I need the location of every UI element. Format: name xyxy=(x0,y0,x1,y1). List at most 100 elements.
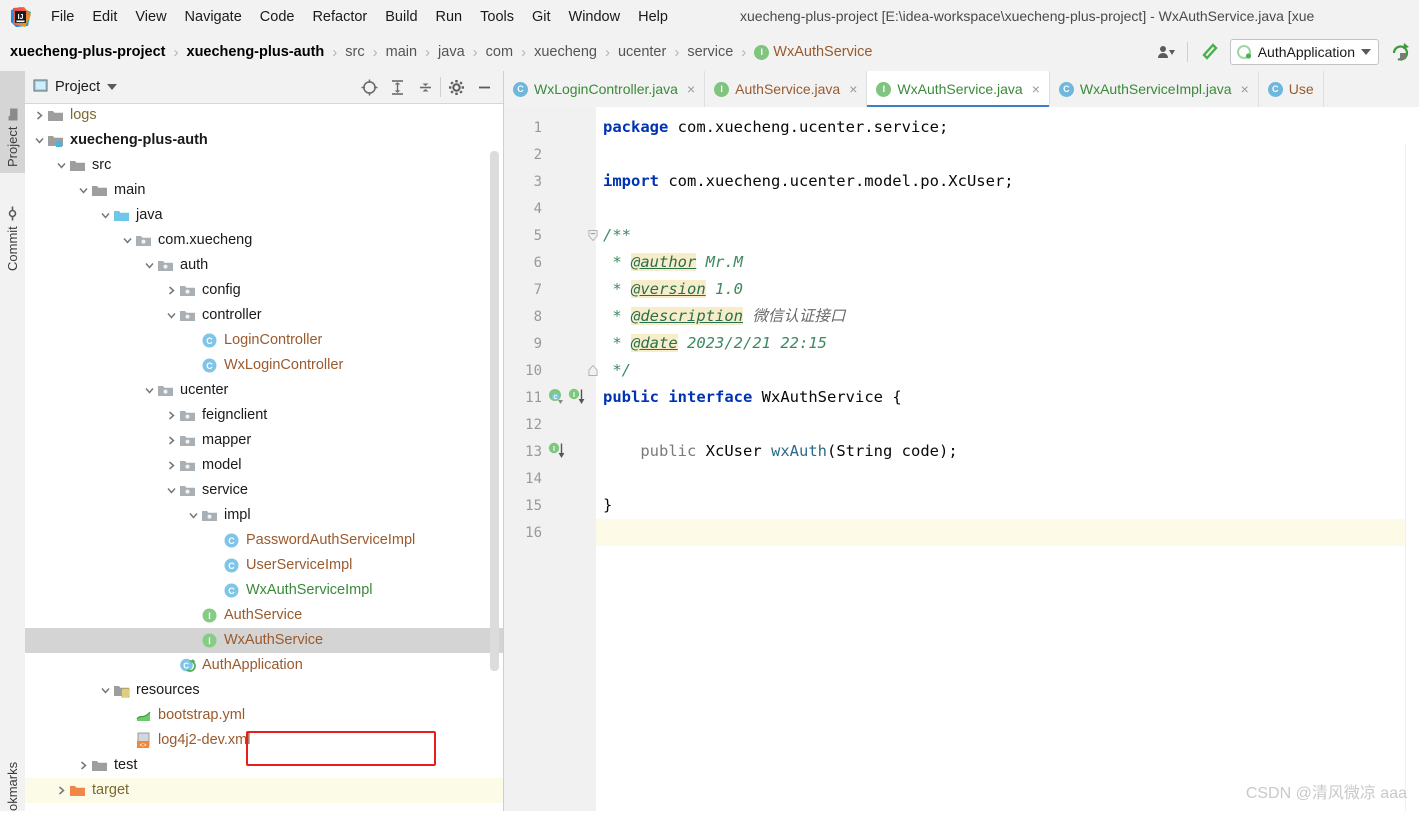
tree-node-wxlogincontroller[interactable]: C WxLoginController xyxy=(25,353,503,378)
chevron-right-icon[interactable] xyxy=(53,783,69,799)
chevron-right-icon[interactable] xyxy=(75,758,91,774)
rerun-icon[interactable] xyxy=(1387,40,1413,64)
chevron-down-icon[interactable] xyxy=(185,508,201,524)
menu-item-tools[interactable]: Tools xyxy=(471,6,523,28)
menu-item-build[interactable]: Build xyxy=(376,6,426,28)
run-configuration-selector[interactable]: AuthApplication xyxy=(1229,39,1379,65)
chevron-down-icon[interactable] xyxy=(53,158,69,174)
chevron-right-icon[interactable] xyxy=(163,458,179,474)
gutter-line-10[interactable]: 10 xyxy=(504,357,596,384)
gutter-line-2[interactable]: 2 xyxy=(504,141,596,168)
hide-icon[interactable] xyxy=(471,75,497,99)
breadcrumb-item-com[interactable]: com xyxy=(484,42,515,62)
tree-node-resources[interactable]: resources xyxy=(25,678,503,703)
chevron-down-icon[interactable] xyxy=(97,683,113,699)
gutter-line-12[interactable]: 12 xyxy=(504,411,596,438)
gutter-line-6[interactable]: 6 xyxy=(504,249,596,276)
code-line-16[interactable] xyxy=(596,519,1419,546)
menu-item-refactor[interactable]: Refactor xyxy=(303,6,376,28)
tab-wxauthserviceimpl[interactable]: C WxAuthServiceImpl.java × xyxy=(1050,71,1259,107)
code-line-6[interactable]: * @author Mr.M xyxy=(596,249,1419,276)
chevron-right-icon[interactable] xyxy=(163,433,179,449)
user-settings-icon[interactable] xyxy=(1153,40,1179,64)
gutter-line-7[interactable]: 7 xyxy=(504,276,596,303)
implemented-down-icon[interactable]: I xyxy=(568,388,586,408)
code-line-12[interactable] xyxy=(596,411,1419,438)
breadcrumb-item-service[interactable]: service xyxy=(685,42,735,62)
menu-item-window[interactable]: Window xyxy=(560,6,630,28)
gutter-markers[interactable]: CI xyxy=(548,388,586,408)
menu-item-help[interactable]: Help xyxy=(629,6,677,28)
tree-node-mapper[interactable]: mapper xyxy=(25,428,503,453)
tree-node-feignclient[interactable]: feignclient xyxy=(25,403,503,428)
breadcrumb-item-src[interactable]: src xyxy=(343,42,366,62)
tree-node-auth[interactable]: auth xyxy=(25,253,503,278)
code-line-8[interactable]: * @description 微信认证接口 xyxy=(596,303,1419,330)
menu-item-edit[interactable]: Edit xyxy=(83,6,126,28)
breadcrumb-item-module[interactable]: xuecheng-plus-auth xyxy=(185,42,327,62)
code-line-5[interactable]: /** xyxy=(596,222,1419,249)
gutter-line-5[interactable]: 5 xyxy=(504,222,596,249)
code-line-4[interactable] xyxy=(596,195,1419,222)
sidebar-item-project[interactable]: Project xyxy=(0,71,25,173)
tree-node-logincontroller[interactable]: C LoginController xyxy=(25,328,503,353)
tree-node-service[interactable]: service xyxy=(25,478,503,503)
gutter-line-9[interactable]: 9 xyxy=(504,330,596,357)
close-icon[interactable]: × xyxy=(1241,81,1249,97)
project-panel-title-group[interactable]: Project xyxy=(25,78,118,97)
breadcrumb-item-class[interactable]: I WxAuthService xyxy=(752,42,874,62)
code-line-9[interactable]: * @date 2023/2/21 22:15 xyxy=(596,330,1419,357)
close-icon[interactable]: × xyxy=(849,81,857,97)
close-icon[interactable]: × xyxy=(687,81,695,97)
tree-node-com-xuecheng[interactable]: com.xuecheng xyxy=(25,228,503,253)
code-line-15[interactable]: } xyxy=(596,492,1419,519)
chevron-down-icon[interactable] xyxy=(141,258,157,274)
menu-item-navigate[interactable]: Navigate xyxy=(176,6,251,28)
chevron-down-icon[interactable] xyxy=(31,133,47,149)
chevron-down-icon[interactable] xyxy=(141,383,157,399)
tree-node-userserviceimpl[interactable]: C UserServiceImpl xyxy=(25,553,503,578)
code-line-1[interactable]: package com.xuecheng.ucenter.service; xyxy=(596,114,1419,141)
breadcrumb-item-main[interactable]: main xyxy=(384,42,419,62)
chevron-down-icon[interactable] xyxy=(97,208,113,224)
code-content[interactable]: package com.xuecheng.ucenter.service; imp… xyxy=(596,107,1419,811)
code-line-10[interactable]: */ xyxy=(596,357,1419,384)
breadcrumb-item-ucenter[interactable]: ucenter xyxy=(616,42,668,62)
breadcrumb-item-xuecheng[interactable]: xuecheng xyxy=(532,42,599,62)
code-editor[interactable]: 1 2 3 4 5 6 7 8 9 10 11 C I 12 13 I 14 15 16 package com.x… xyxy=(504,107,1419,811)
gutter-line-1[interactable]: 1 xyxy=(504,114,596,141)
chevron-down-icon[interactable] xyxy=(163,483,179,499)
breadcrumb-item-java[interactable]: java xyxy=(436,42,467,62)
code-line-3[interactable]: import com.xuecheng.ucenter.model.po.XcU… xyxy=(596,168,1419,195)
tree-node-controller[interactable]: controller xyxy=(25,303,503,328)
chevron-right-icon[interactable] xyxy=(163,283,179,299)
menu-item-run[interactable]: Run xyxy=(427,6,472,28)
project-tree-scrollbar[interactable] xyxy=(490,151,499,671)
code-line-13[interactable]: public XcUser wxAuth(String code); xyxy=(596,438,1419,465)
tab-wxlogincontroller[interactable]: C WxLoginController.java × xyxy=(504,71,706,107)
gutter-line-16[interactable]: 16 xyxy=(504,519,596,546)
breadcrumb[interactable]: xuecheng-plus-project › xuecheng-plus-au… xyxy=(0,42,874,62)
tab-authservice[interactable]: I AuthService.java × xyxy=(705,71,868,107)
project-tree[interactable]: logs xuecheng-plus-auth src main java com.xue… xyxy=(25,103,503,811)
gutter-line-15[interactable]: 15 xyxy=(504,492,596,519)
gutter-line-14[interactable]: 14 xyxy=(504,465,596,492)
menu-bar[interactable]: File Edit View Navigate Code Refactor Bu… xyxy=(42,6,677,28)
tab-user-truncated[interactable]: C Use xyxy=(1259,71,1324,107)
chevron-down-icon[interactable] xyxy=(75,183,91,199)
editor-tab-bar[interactable]: C WxLoginController.java × I AuthService… xyxy=(504,71,1419,108)
collapse-all-icon[interactable] xyxy=(412,75,438,99)
close-icon[interactable]: × xyxy=(1032,81,1040,97)
tree-node-main[interactable]: main xyxy=(25,178,503,203)
chevron-right-icon[interactable] xyxy=(163,408,179,424)
spring-bean-icon[interactable]: C xyxy=(548,388,565,408)
tree-node-config[interactable]: config xyxy=(25,278,503,303)
code-line-2[interactable] xyxy=(596,141,1419,168)
sidebar-item-bookmarks[interactable]: okmarks xyxy=(0,731,25,817)
tree-node-authservice[interactable]: I AuthService xyxy=(25,603,503,628)
chevron-down-icon[interactable] xyxy=(163,308,179,324)
code-line-11[interactable]: public interface WxAuthService { xyxy=(596,384,1419,411)
gutter-markers[interactable]: I xyxy=(548,442,566,462)
tree-node-bootstrap-yml[interactable]: bootstrap.yml xyxy=(25,703,503,728)
tree-node-java[interactable]: java xyxy=(25,203,503,228)
